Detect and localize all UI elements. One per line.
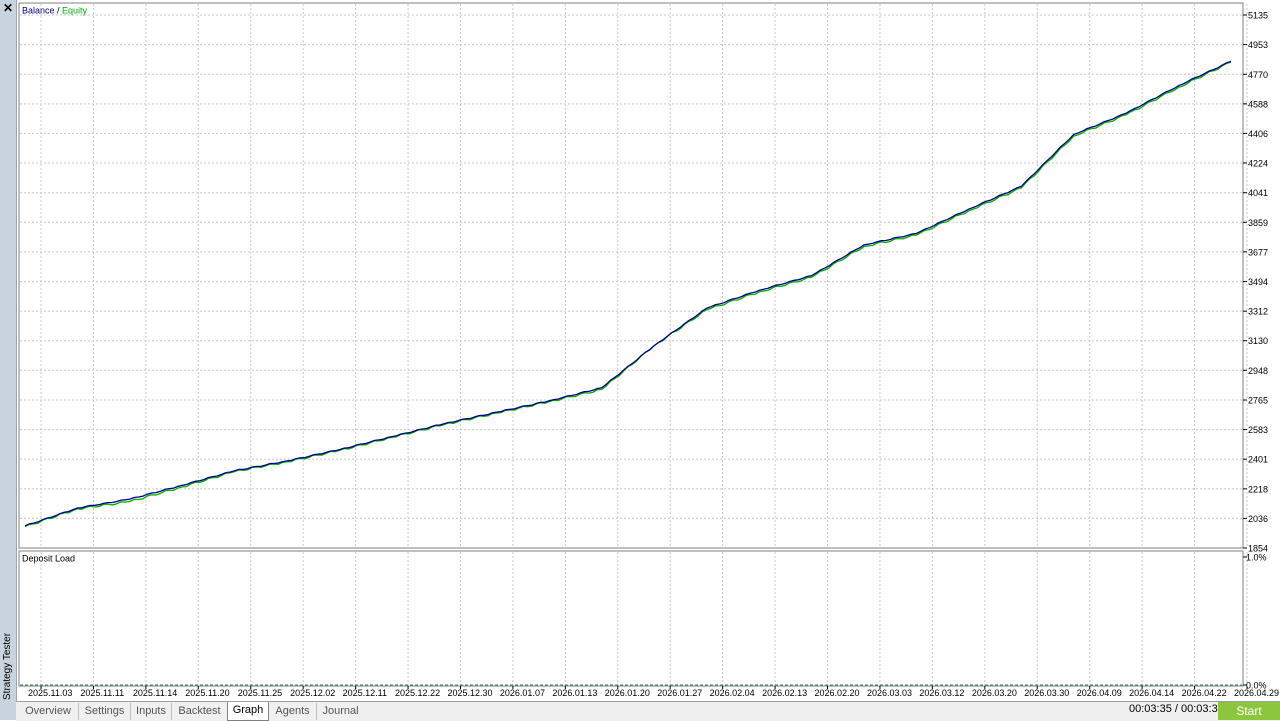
x-tick-label: 2025.12.30 [447, 688, 492, 698]
y-tick-label: 4953 [1248, 40, 1268, 50]
x-tick-label: 2026.03.20 [972, 688, 1017, 698]
tab-graph[interactable]: Graph [227, 702, 269, 721]
x-tick-label: 2026.01.27 [657, 688, 702, 698]
x-tick-label: 2025.11.25 [238, 688, 282, 698]
x-tick-label: 2025.12.11 [343, 688, 387, 698]
x-tick-label: 2026.04.14 [1129, 688, 1174, 698]
deposit-load-label: Deposit Load [22, 554, 75, 564]
y-tick-label: 2218 [1248, 484, 1268, 494]
y-tick-label: 2401 [1248, 455, 1268, 465]
tab-journal[interactable]: Journal [317, 703, 364, 720]
x-tick-label: 2026.01.20 [605, 688, 650, 698]
legend-separator: / [55, 6, 63, 16]
deposit-load-panel-frame [18, 550, 1244, 687]
x-axis: 2025.11.03 2025.11.11 2025.11.14 2025.11.20… [28, 686, 1279, 698]
deposit-y-tick-label: 1.0% [1246, 553, 1267, 563]
legend-balance: Balance [22, 6, 55, 16]
y-tick-label: 4406 [1248, 129, 1268, 139]
x-tick-label: 2026.03.12 [919, 688, 964, 698]
y-tick-label: 2948 [1248, 366, 1268, 376]
x-tick-label: 2025.11.03 [28, 688, 72, 698]
x-tick-label: 2025.11.20 [185, 688, 229, 698]
x-tick-label: 2026.04.09 [1077, 688, 1122, 698]
y-tick-label: 4770 [1248, 70, 1268, 80]
y-tick-label: 5135 [1248, 11, 1268, 21]
x-tick-label: 2025.12.22 [395, 688, 440, 698]
strategy-tester-sidebar: ✕ Strategy Tester [0, 0, 17, 720]
x-tick-label: 2026.03.03 [867, 688, 912, 698]
x-tick-label: 2026.01.13 [552, 688, 597, 698]
tab-inputs[interactable]: Inputs [131, 703, 172, 720]
main-panel-frame [18, 2, 1244, 549]
y-tick-label: 4588 [1248, 99, 1268, 109]
tab-settings[interactable]: Settings [79, 703, 131, 720]
start-button[interactable]: Start [1218, 702, 1280, 720]
sidebar-title: Strategy Tester [2, 632, 13, 700]
y-tick-label: 3677 [1248, 247, 1268, 257]
y-tick-label: 3859 [1248, 218, 1268, 228]
tester-tabs: Overview Settings Inputs Backtest Graph … [16, 701, 1280, 721]
y-tick-label: 4224 [1248, 158, 1268, 168]
y-tick-label: 3494 [1248, 277, 1268, 287]
elapsed-time: 00:03:35 / 00:03:35 [1129, 703, 1224, 715]
tab-overview[interactable]: Overview [18, 703, 79, 720]
y-tick-label: 3130 [1248, 336, 1268, 346]
x-tick-label: 2025.12.02 [290, 688, 335, 698]
tester-chart: 5135 4953 4770 4588 4406 4224 4041 3859 3677 3494… [18, 2, 1279, 698]
y-tick-label: 2583 [1248, 425, 1268, 435]
x-tick-label: 2026.04.22 [1182, 688, 1227, 698]
y-tick-label: 2765 [1248, 396, 1268, 406]
x-tick-label: 2025.11.11 [80, 688, 124, 698]
x-tick-label: 2026.02.13 [762, 688, 807, 698]
x-tick-label: 2026.02.20 [815, 688, 860, 698]
x-tick-label: 2026.01.07 [500, 688, 545, 698]
y-tick-label: 4041 [1248, 188, 1268, 198]
x-tick-label: 2026.02.04 [710, 688, 755, 698]
tab-backtest[interactable]: Backtest [172, 703, 228, 720]
tab-agents[interactable]: Agents [269, 703, 317, 720]
legend: Balance / Equity [22, 6, 88, 16]
x-tick-label: 2025.11.14 [133, 688, 177, 698]
x-tick-label: 2026.03.30 [1024, 688, 1069, 698]
legend-equity: Equity [62, 6, 88, 16]
x-tick-label: 2026.04.29 [1234, 688, 1279, 698]
y-tick-label: 2036 [1248, 514, 1268, 524]
y-tick-label: 3312 [1248, 307, 1268, 317]
